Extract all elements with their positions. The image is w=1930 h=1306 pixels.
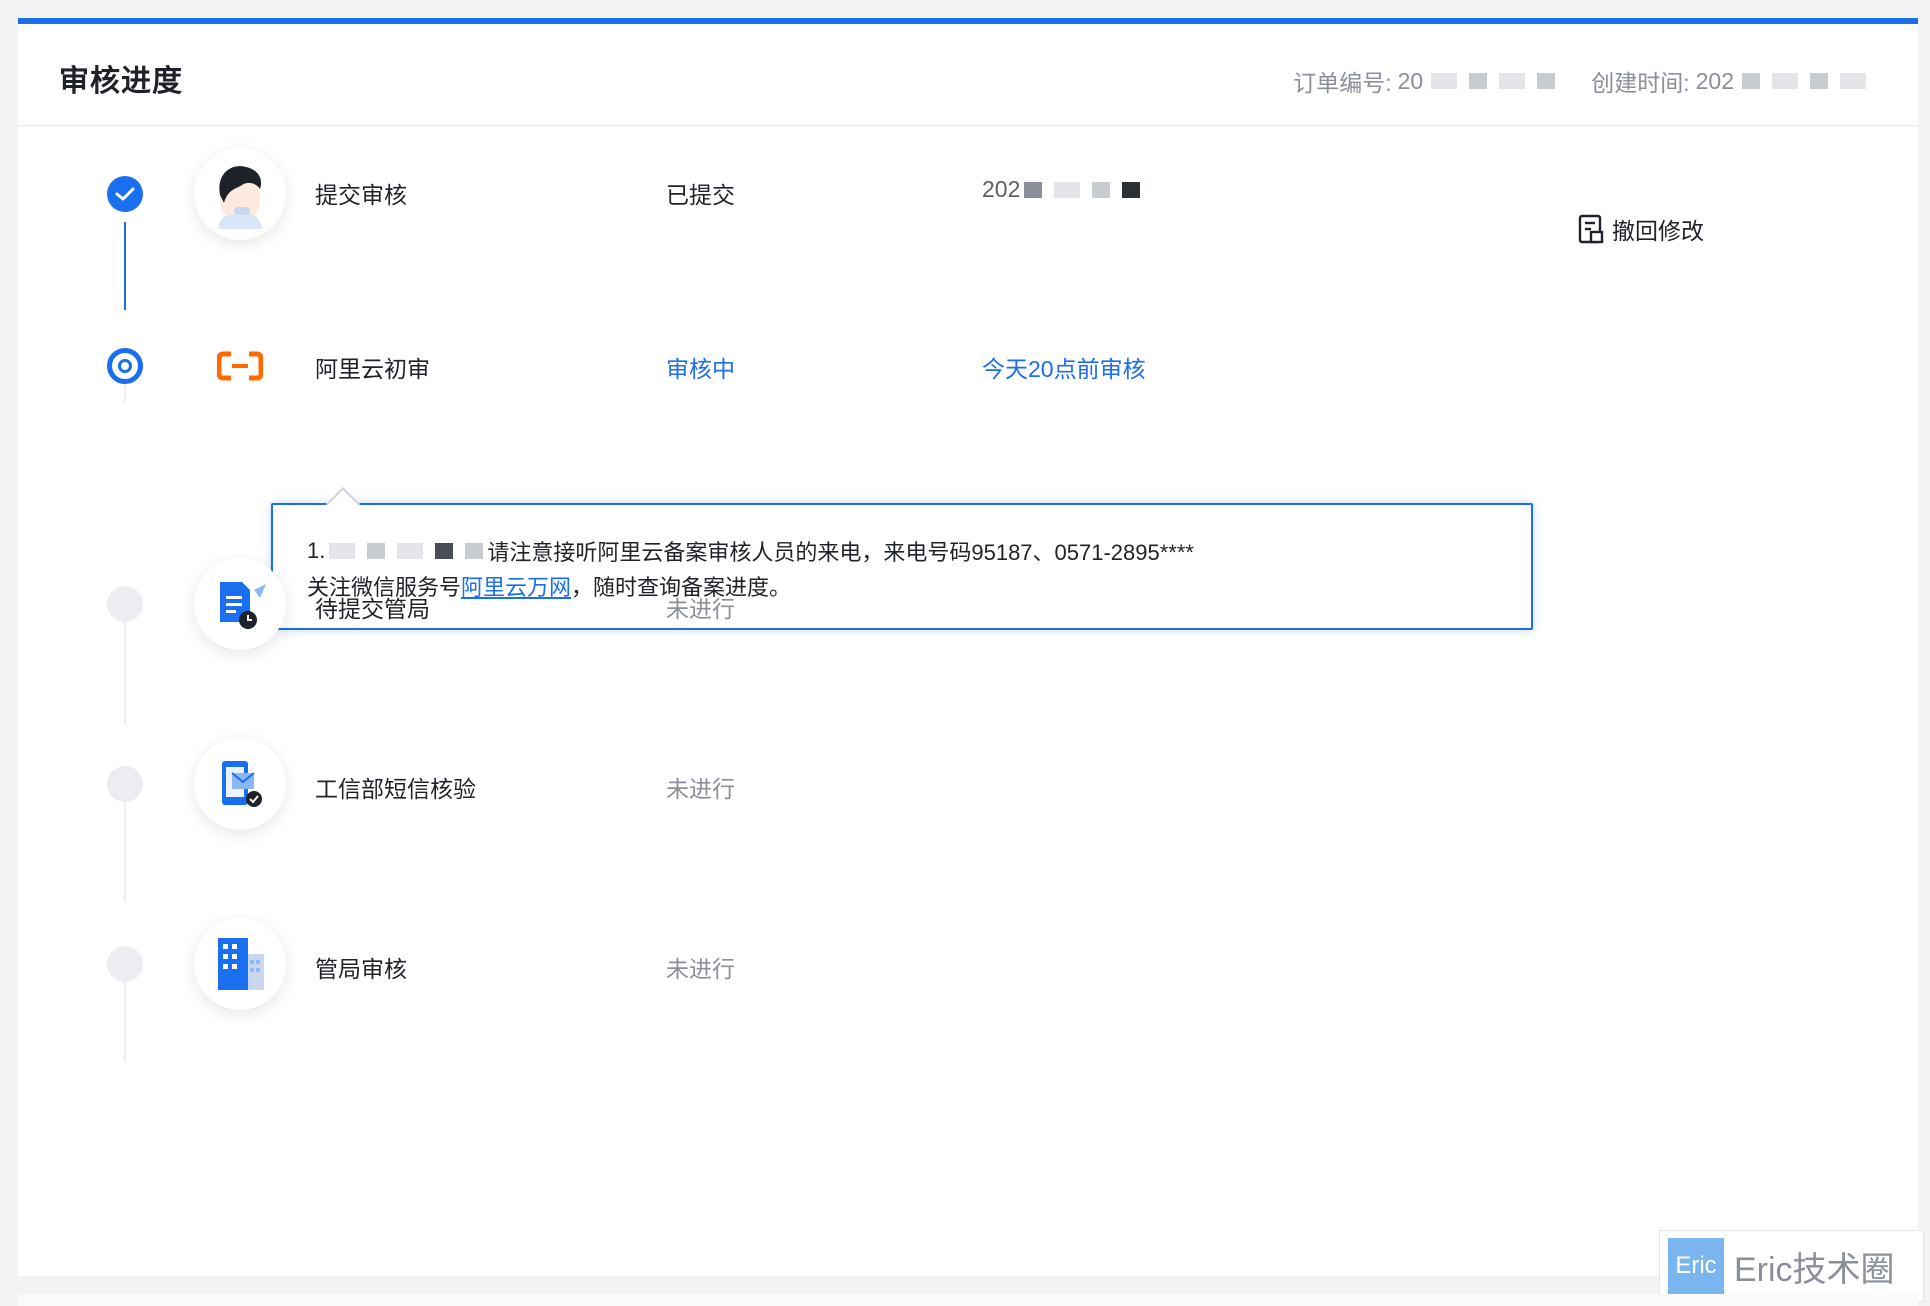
revoke-modify-button[interactable]: 撤回修改 xyxy=(1578,212,1704,246)
step-aliyun-initial-review: 阿里云初审 审核中 今天20点前审核 xyxy=(18,314,1918,424)
order-meta: 订单编号: 20 创建时间: 202 xyxy=(1293,64,1866,98)
step-status: 未进行 xyxy=(666,776,735,802)
step-active-indicator xyxy=(107,348,143,384)
step-bureau-review: 管局审核 未进行 xyxy=(18,910,1918,1020)
step-pending-indicator xyxy=(107,946,143,982)
aliyun-logo-icon xyxy=(194,320,286,412)
created-time-label: 创建时间: xyxy=(1591,70,1690,96)
redacted-mask xyxy=(1742,73,1866,89)
step-status: 审核中 xyxy=(666,356,735,382)
step-label: 管局审核 xyxy=(315,956,407,982)
created-time-value: 202 xyxy=(1695,67,1734,94)
building-icon xyxy=(194,918,286,1010)
card-header: 审核进度 订单编号: 20 创建时间: 202 xyxy=(18,24,1918,126)
step-pending-indicator xyxy=(107,586,143,622)
page-title: 审核进度 xyxy=(59,65,183,98)
check-icon xyxy=(115,187,135,201)
created-time: 创建时间: 202 xyxy=(1591,64,1866,98)
step-done-indicator xyxy=(107,176,143,212)
step-pending-indicator xyxy=(107,766,143,802)
step-pending-submit-bureau: 待提交管局 未进行 xyxy=(18,550,1918,660)
step-label: 待提交管局 xyxy=(315,596,430,622)
step-time: 今天20点前审核 xyxy=(982,356,1146,382)
order-number: 订单编号: 20 xyxy=(1293,64,1556,98)
step-label: 工信部短信核验 xyxy=(315,776,476,802)
order-number-label: 订单编号: xyxy=(1293,70,1392,96)
person-avatar-icon xyxy=(194,148,286,240)
audit-progress-card: 审核进度 订单编号: 20 创建时间: 202 提交审核 已提交 202 撤回修… xyxy=(18,18,1924,1302)
document-clock-icon xyxy=(194,558,286,650)
step-time-text: 202 xyxy=(982,176,1021,202)
watermark-logo: Eric xyxy=(1668,1238,1724,1294)
step-status: 未进行 xyxy=(666,956,735,982)
step-label: 阿里云初审 xyxy=(315,356,430,382)
step-status: 未进行 xyxy=(666,596,735,622)
step-time: 202 xyxy=(982,176,1141,203)
bottom-strip xyxy=(18,1294,1918,1306)
watermark-badge: Eric Eric技术圈 xyxy=(1659,1230,1924,1302)
watermark-text: Eric技术圈 xyxy=(1734,1250,1895,1289)
redacted-mask xyxy=(1024,181,1141,198)
step-label: 提交审核 xyxy=(315,182,407,208)
revoke-document-icon xyxy=(1578,214,1604,244)
popup-arrow xyxy=(326,487,360,521)
revoke-label: 撤回修改 xyxy=(1612,218,1704,244)
step-miit-sms-verification: 工信部短信核验 未进行 xyxy=(18,730,1918,840)
redacted-mask xyxy=(1431,73,1556,89)
sms-verify-icon xyxy=(194,738,286,830)
order-number-value: 20 xyxy=(1397,67,1424,94)
step-status: 已提交 xyxy=(666,182,735,208)
